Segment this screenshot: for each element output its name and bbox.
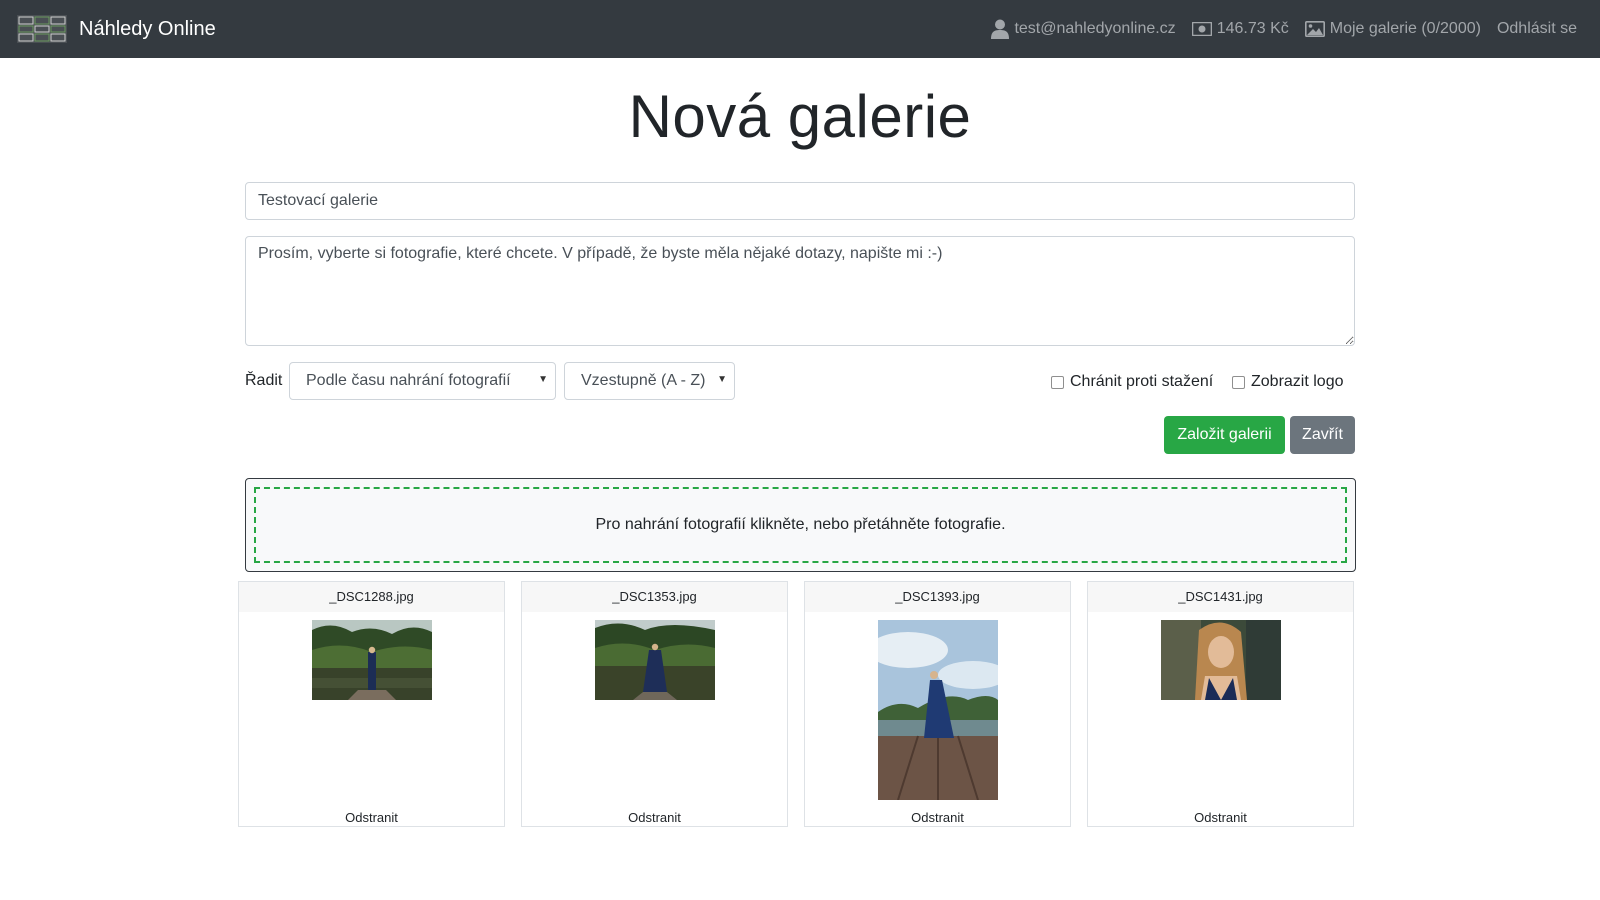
nav-galleries-link[interactable]: Moje galerie (0/2000) (1304, 20, 1481, 38)
dropzone-text: Pro nahrání fotografií klikněte, nebo př… (595, 516, 1006, 533)
remove-photo-link[interactable]: Odstranit (1088, 810, 1353, 825)
photo-card: _DSC1431.jpg Odstranit (1087, 581, 1354, 827)
sort-by-value: Podle času nahrání fotografií (306, 372, 511, 389)
balance: 146.73 Kč (1216, 20, 1289, 37)
image-icon (1304, 21, 1325, 37)
user-icon (991, 19, 1010, 39)
protect-download-label: Chránit proti stažení (1070, 373, 1214, 390)
logout-link[interactable]: Odhlásit se (1497, 20, 1577, 38)
close-button[interactable]: Zavřít (1290, 416, 1355, 454)
caret-down-icon: ▼ (538, 374, 548, 385)
photo-filename: _DSC1431.jpg (1088, 582, 1353, 612)
dropzone-area[interactable]: Pro nahrání fotografií klikněte, nebo př… (254, 487, 1347, 563)
checkbox-box[interactable] (1232, 375, 1245, 389)
caret-down-icon: ▼ (717, 374, 727, 385)
nav-user-link[interactable]: test@nahledyonline.cz (991, 19, 1176, 39)
gallery-grid-logo-icon (17, 15, 67, 43)
photo-card: _DSC1288.jpg Odstranit (238, 581, 505, 827)
show-logo-label: Zobrazit logo (1251, 373, 1344, 390)
photo-thumbnail[interactable] (311, 620, 432, 700)
show-logo-checkbox[interactable]: Zobrazit logo (1232, 373, 1344, 391)
brand-name: Náhledy Online (79, 17, 216, 40)
galleries-count: Moje galerie (0/2000) (1329, 20, 1481, 37)
remove-photo-link[interactable]: Odstranit (239, 810, 504, 825)
checkbox-box[interactable] (1051, 375, 1064, 389)
gallery-name-input[interactable] (245, 182, 1355, 220)
photo-thumbnail[interactable] (594, 620, 715, 700)
money-icon (1191, 22, 1212, 36)
nav-balance-link[interactable]: 146.73 Kč (1191, 20, 1289, 38)
remove-photo-link[interactable]: Odstranit (805, 810, 1070, 825)
photo-filename: _DSC1288.jpg (239, 582, 504, 612)
photo-filename: _DSC1353.jpg (522, 582, 787, 612)
sort-order-select[interactable]: Vzestupně (A - Z) ▼ (564, 362, 735, 400)
top-navbar: Náhledy Online test@nahledyonline.cz 146… (0, 0, 1600, 58)
sort-order-value: Vzestupně (A - Z) (581, 372, 706, 389)
photo-filename: _DSC1393.jpg (805, 582, 1070, 612)
protect-download-checkbox[interactable]: Chránit proti stažení (1051, 373, 1213, 391)
sort-by-select[interactable]: Podle času nahrání fotografií ▼ (289, 362, 556, 400)
brand[interactable]: Náhledy Online (17, 15, 216, 43)
photo-thumbnail[interactable] (877, 620, 998, 800)
user-email: test@nahledyonline.cz (1014, 20, 1176, 37)
gallery-description-textarea[interactable]: Prosím, vyberte si fotografie, které chc… (245, 236, 1355, 346)
nav-right: test@nahledyonline.cz 146.73 Kč Moje gal… (975, 0, 1577, 58)
create-gallery-button[interactable]: Založit galerii (1164, 416, 1285, 454)
sort-label: Řadit (245, 372, 283, 389)
photo-thumbnail[interactable] (1160, 620, 1281, 700)
logout-label: Odhlásit se (1496, 20, 1577, 37)
photo-card: _DSC1353.jpg Odstranit (521, 581, 788, 827)
page-title: Nová galerie (628, 83, 972, 150)
photo-card: _DSC1393.jpg Odstranit (804, 581, 1071, 827)
upload-dropzone[interactable]: Pro nahrání fotografií klikněte, nebo př… (245, 478, 1356, 572)
remove-photo-link[interactable]: Odstranit (522, 810, 787, 825)
